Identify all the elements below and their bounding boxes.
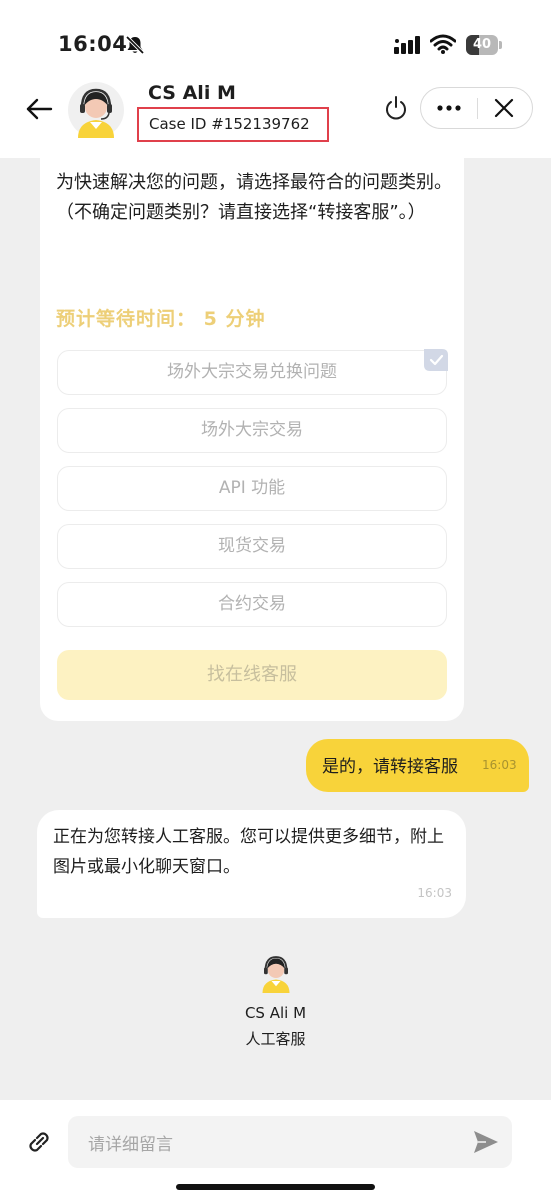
agent-name: CS Ali M [148, 82, 236, 104]
option-otc[interactable]: 场外大宗交易 [57, 408, 447, 453]
bot-message-bubble: 正在为您转接人工客服。您可以提供更多细节，附上图片或最小化聊天窗口。 16:03 [37, 810, 466, 918]
battery-indicator: 40 [466, 35, 502, 55]
status-bar: 16:04 40 [0, 0, 551, 80]
agent-card-avatar [262, 956, 290, 993]
header-actions-pill [420, 87, 533, 129]
option-label: 现货交易 [218, 536, 286, 556]
option-label: API 功能 [218, 478, 286, 498]
battery-level: 40 [472, 37, 492, 52]
case-id: Case ID #152139762 [149, 115, 310, 133]
option-label: 合约交易 [218, 594, 286, 614]
home-indicator [176, 1184, 375, 1190]
case-id-highlight: Case ID #152139762 [137, 107, 329, 142]
input-bar: 请详细留言 [0, 1100, 551, 1200]
power-icon[interactable] [384, 95, 408, 121]
check-icon [424, 349, 448, 371]
option-api[interactable]: API 功能 [57, 466, 447, 511]
user-message-text: 是的，请转接客服 [322, 757, 458, 777]
chat-header: CS Ali M Case ID #152139762 [0, 80, 551, 158]
wait-time-label: 预计等待时间： 5 分钟 [56, 308, 266, 330]
signal-icon [394, 36, 420, 54]
status-time: 16:04 [58, 32, 128, 56]
wifi-icon [430, 34, 456, 54]
bell-slash-icon [125, 35, 145, 55]
more-icon[interactable] [435, 100, 463, 116]
send-icon[interactable] [472, 1129, 500, 1155]
option-otc-conversion[interactable]: 场外大宗交易兑换问题 [57, 349, 448, 395]
agent-card-role: 人工客服 [245, 1030, 306, 1048]
agent-card-name: CS Ali M [244, 1004, 307, 1022]
bot-message-time: 16:03 [417, 886, 452, 900]
option-spot[interactable]: 现货交易 [57, 524, 447, 569]
user-message-bubble: 是的，请转接客服 16:03 [306, 739, 529, 792]
option-label: 场外大宗交易兑换问题 [167, 362, 337, 382]
chat-screen: 16:04 40 CS Ali M Case ID #152139762 为快速… [0, 0, 551, 1200]
back-arrow-icon[interactable] [24, 94, 54, 124]
card-intro-text: 为快速解决您的问题，请选择最符合的问题类别。 （不确定问题类别？请直接选择“转接… [56, 172, 452, 223]
close-icon[interactable] [493, 97, 515, 119]
online-cs-button[interactable]: 找在线客服 [57, 650, 447, 700]
user-message-time: 16:03 [482, 758, 517, 772]
option-futures[interactable]: 合约交易 [57, 582, 447, 627]
chat-area[interactable]: 为快速解决您的问题，请选择最符合的问题类别。 （不确定问题类别？请直接选择“转接… [0, 158, 551, 1100]
bot-category-card: 为快速解决您的问题，请选择最符合的问题类别。 （不确定问题类别？请直接选择“转接… [40, 158, 464, 721]
message-input-placeholder: 请详细留言 [88, 1135, 173, 1155]
link-icon[interactable] [24, 1127, 54, 1157]
option-label: 场外大宗交易 [201, 420, 303, 440]
bot-message-text: 正在为您转接人工客服。您可以提供更多细节，附上图片或最小化聊天窗口。 [53, 827, 444, 877]
message-input[interactable]: 请详细留言 [68, 1116, 512, 1168]
agent-avatar [68, 82, 124, 138]
